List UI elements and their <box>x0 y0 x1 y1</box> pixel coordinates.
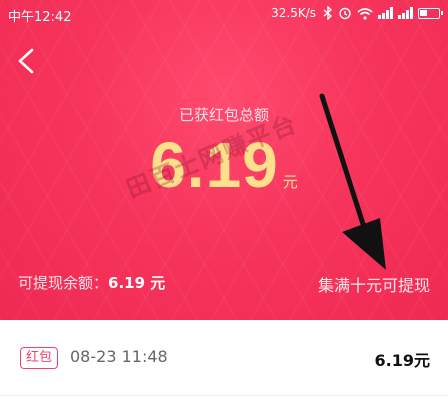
battery-icon <box>418 7 443 19</box>
record-type-badge: 红包 <box>20 347 59 369</box>
withdrawable-balance: 可提现余额：6.19 元 <box>18 272 165 293</box>
signal-icon <box>398 7 413 19</box>
total-amount-label: 已获红包总额 <box>178 106 269 124</box>
record-time: 08-23 11:48 <box>70 347 168 366</box>
total-amount-unit: 元 <box>282 173 298 191</box>
network-speed: 32.5K/s <box>271 6 316 20</box>
status-time: 中午12:42 <box>8 10 72 25</box>
withdrawable-value: 6.19 元 <box>108 274 166 292</box>
wifi-icon <box>357 7 373 20</box>
chevron-left-icon[interactable] <box>12 44 42 78</box>
withdraw-threshold-text: 集满十元可提现 <box>317 276 430 295</box>
record-list: 红包 08-23 11:48 6.19元 <box>0 320 448 404</box>
withdrawable-label: 可提现余额： <box>18 274 109 292</box>
signal-icon <box>378 7 393 19</box>
status-bar: 中午12:42 32.5K/s <box>0 0 448 28</box>
record-amount: 6.19元 <box>374 351 430 370</box>
status-icons: 32.5K/s <box>271 6 443 20</box>
alarm-icon <box>339 7 351 20</box>
bluetooth-icon <box>323 6 333 20</box>
list-item[interactable]: 红包 08-23 11:48 6.19元 <box>0 320 448 396</box>
